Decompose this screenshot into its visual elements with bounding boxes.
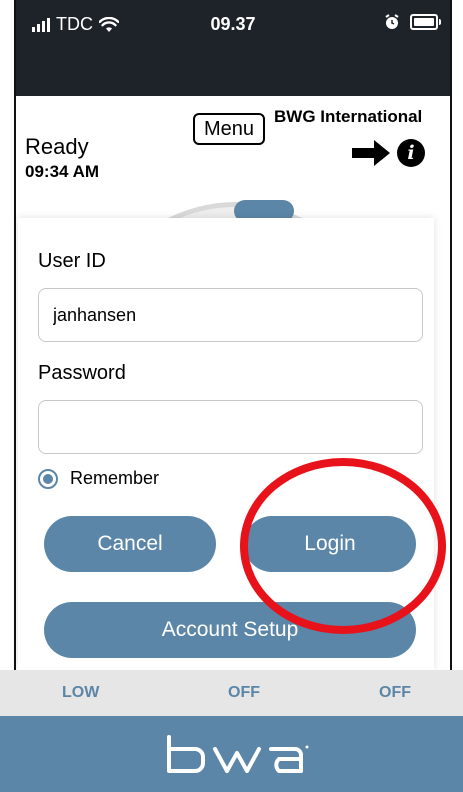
cancel-button[interactable]: Cancel [44,516,216,572]
remember-label: Remember [70,468,160,488]
strip-label-2: OFF [228,684,260,701]
menu-button[interactable]: Menu [193,113,265,145]
remember-radio[interactable] [38,468,58,489]
status-time-label: 09:34 AM [25,162,100,181]
status-bar: TDC 09.37 [14,0,452,96]
info-icon[interactable]: i [397,139,425,167]
bwa-logo: bwa [167,735,309,773]
account-setup-button[interactable]: Account Setup [44,602,416,658]
gauge-icon [160,200,310,222]
password-label: Password [38,362,126,384]
login-dialog: User ID Password Remember Cancel Login A… [18,218,434,670]
user-id-label: User ID [38,250,106,272]
user-id-input[interactable] [38,288,423,342]
status-label: Ready [25,134,89,159]
arrow-right-icon[interactable] [352,138,392,168]
strip-label-1: LOW [62,684,100,701]
password-input[interactable] [38,400,423,454]
login-button[interactable]: Login [244,516,416,572]
battery-icon [410,14,441,30]
strip-label-3: OFF [379,684,411,701]
remember-option[interactable]: Remember [38,468,159,489]
brand-name: BWG International [274,107,423,126]
status-right [384,14,441,30]
alarm-icon [385,14,399,29]
